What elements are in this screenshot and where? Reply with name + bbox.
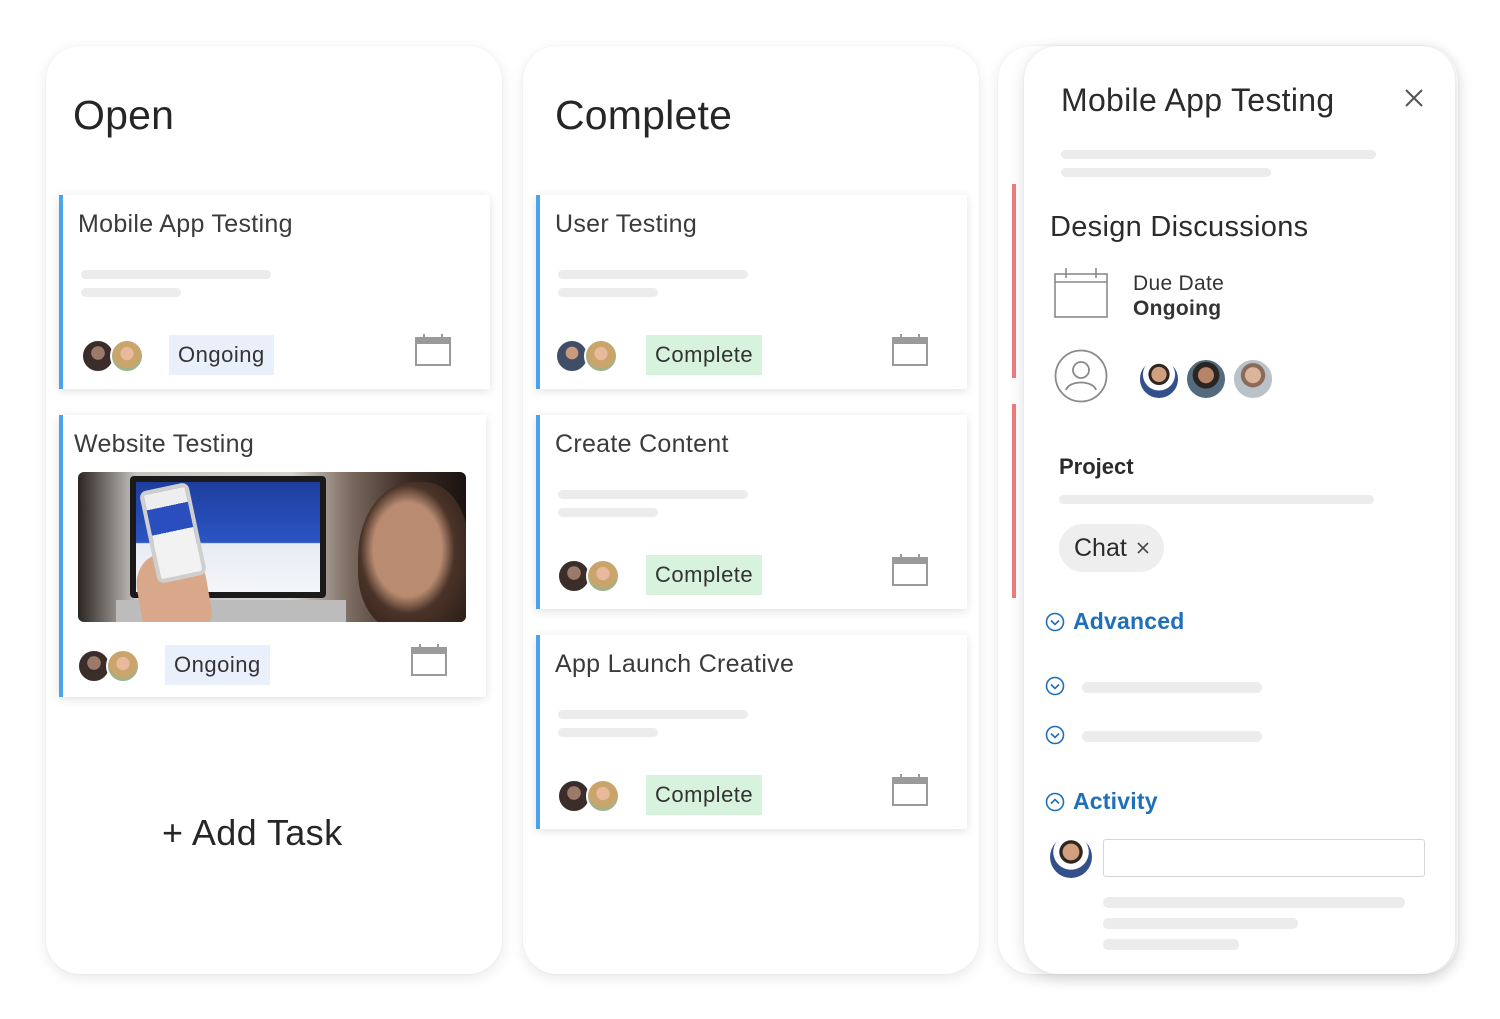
assignee-avatars	[555, 339, 618, 373]
status-badge[interactable]: Complete	[646, 775, 763, 815]
calendar-icon[interactable]	[415, 334, 451, 366]
avatar[interactable]	[110, 339, 144, 373]
panel-title: Mobile App Testing	[1061, 82, 1335, 118]
activity-label: Activity	[1073, 788, 1158, 814]
section-title: Design Discussions	[1050, 211, 1309, 243]
task-cover-image	[78, 472, 466, 622]
assignee-avatars	[77, 649, 140, 683]
placeholder-line	[558, 490, 748, 499]
avatar[interactable]	[1138, 358, 1180, 400]
avatar[interactable]	[1185, 358, 1227, 400]
placeholder-line	[1082, 682, 1262, 693]
status-badge[interactable]: Complete	[646, 555, 763, 595]
status-badge[interactable]: Complete	[646, 335, 763, 375]
task-card-website-testing[interactable]: Website Testing Ongoing	[59, 415, 486, 697]
status-badge[interactable]: Ongoing	[169, 335, 274, 375]
task-card-user-testing[interactable]: User Testing Complete	[536, 195, 967, 389]
calendar-icon[interactable]	[1054, 268, 1108, 318]
advanced-subitem[interactable]	[1045, 725, 1065, 745]
placeholder-line	[558, 710, 748, 719]
avatar[interactable]	[1232, 358, 1274, 400]
advanced-label: Advanced	[1073, 608, 1185, 634]
avatar[interactable]	[106, 649, 140, 683]
close-icon[interactable]	[1402, 86, 1426, 110]
calendar-icon[interactable]	[892, 554, 928, 586]
avatar[interactable]	[1050, 836, 1092, 878]
remove-chip-icon[interactable]	[1136, 541, 1150, 555]
assignee-avatars	[557, 559, 620, 593]
task-card-app-launch-creative[interactable]: App Launch Creative Complete	[536, 635, 967, 829]
advanced-subitem[interactable]	[1045, 676, 1065, 696]
placeholder-line	[1103, 897, 1405, 908]
assignee-avatars	[557, 779, 620, 813]
placeholder-line	[558, 288, 658, 297]
card-title: Website Testing	[74, 430, 255, 458]
assignee-avatars	[1138, 358, 1279, 400]
task-card-create-content[interactable]: Create Content Complete	[536, 415, 967, 609]
project-label: Project	[1059, 454, 1134, 479]
card-title: App Launch Creative	[555, 650, 795, 678]
open-column: Open Mobile App Testing Ongoing Website …	[46, 46, 502, 974]
activity-toggle[interactable]: Activity	[1045, 788, 1158, 815]
column-title-complete: Complete	[555, 92, 733, 138]
placeholder-line	[1082, 731, 1262, 742]
placeholder-line	[558, 728, 658, 737]
placeholder-line	[558, 270, 748, 279]
avatar[interactable]	[584, 339, 618, 373]
card-accent-bar	[1012, 184, 1016, 378]
project-chip-label: Chat	[1074, 533, 1127, 562]
comment-input[interactable]	[1103, 839, 1425, 877]
placeholder-line	[558, 508, 658, 517]
card-accent-bar	[1012, 404, 1016, 598]
calendar-icon[interactable]	[892, 334, 928, 366]
complete-column: Complete User Testing Complete Create Co…	[523, 46, 979, 974]
task-detail-panel: Mobile App Testing Design Discussions Du…	[1024, 46, 1455, 974]
chevron-down-circle-icon	[1045, 676, 1065, 696]
chevron-down-circle-icon	[1045, 612, 1065, 631]
chevron-down-circle-icon	[1045, 725, 1065, 745]
placeholder-line	[81, 288, 181, 297]
card-title: Mobile App Testing	[78, 210, 293, 238]
add-task-button[interactable]: + Add Task	[162, 812, 342, 854]
placeholder-line	[1103, 918, 1298, 929]
placeholder-line	[1103, 939, 1239, 950]
due-date-value[interactable]: Ongoing	[1133, 297, 1221, 321]
placeholder-line	[81, 270, 271, 279]
calendar-icon[interactable]	[892, 774, 928, 806]
user-icon[interactable]	[1054, 349, 1108, 403]
task-card-mobile-app-testing[interactable]: Mobile App Testing Ongoing	[59, 195, 490, 389]
avatar[interactable]	[586, 779, 620, 813]
column-title-open: Open	[73, 92, 175, 138]
card-title: Create Content	[555, 430, 729, 458]
calendar-icon[interactable]	[411, 644, 447, 676]
card-title: User Testing	[555, 210, 698, 238]
placeholder-line	[1061, 150, 1376, 159]
placeholder-line	[1059, 495, 1374, 504]
advanced-toggle[interactable]: Advanced	[1045, 608, 1185, 635]
due-date-label: Due Date	[1133, 272, 1225, 295]
status-badge[interactable]: Ongoing	[165, 645, 270, 685]
placeholder-line	[1061, 168, 1271, 177]
person-head	[358, 482, 466, 622]
avatar[interactable]	[586, 559, 620, 593]
project-chip[interactable]: Chat	[1059, 524, 1164, 572]
chevron-up-circle-icon	[1045, 792, 1065, 811]
assignee-avatars	[81, 339, 144, 373]
